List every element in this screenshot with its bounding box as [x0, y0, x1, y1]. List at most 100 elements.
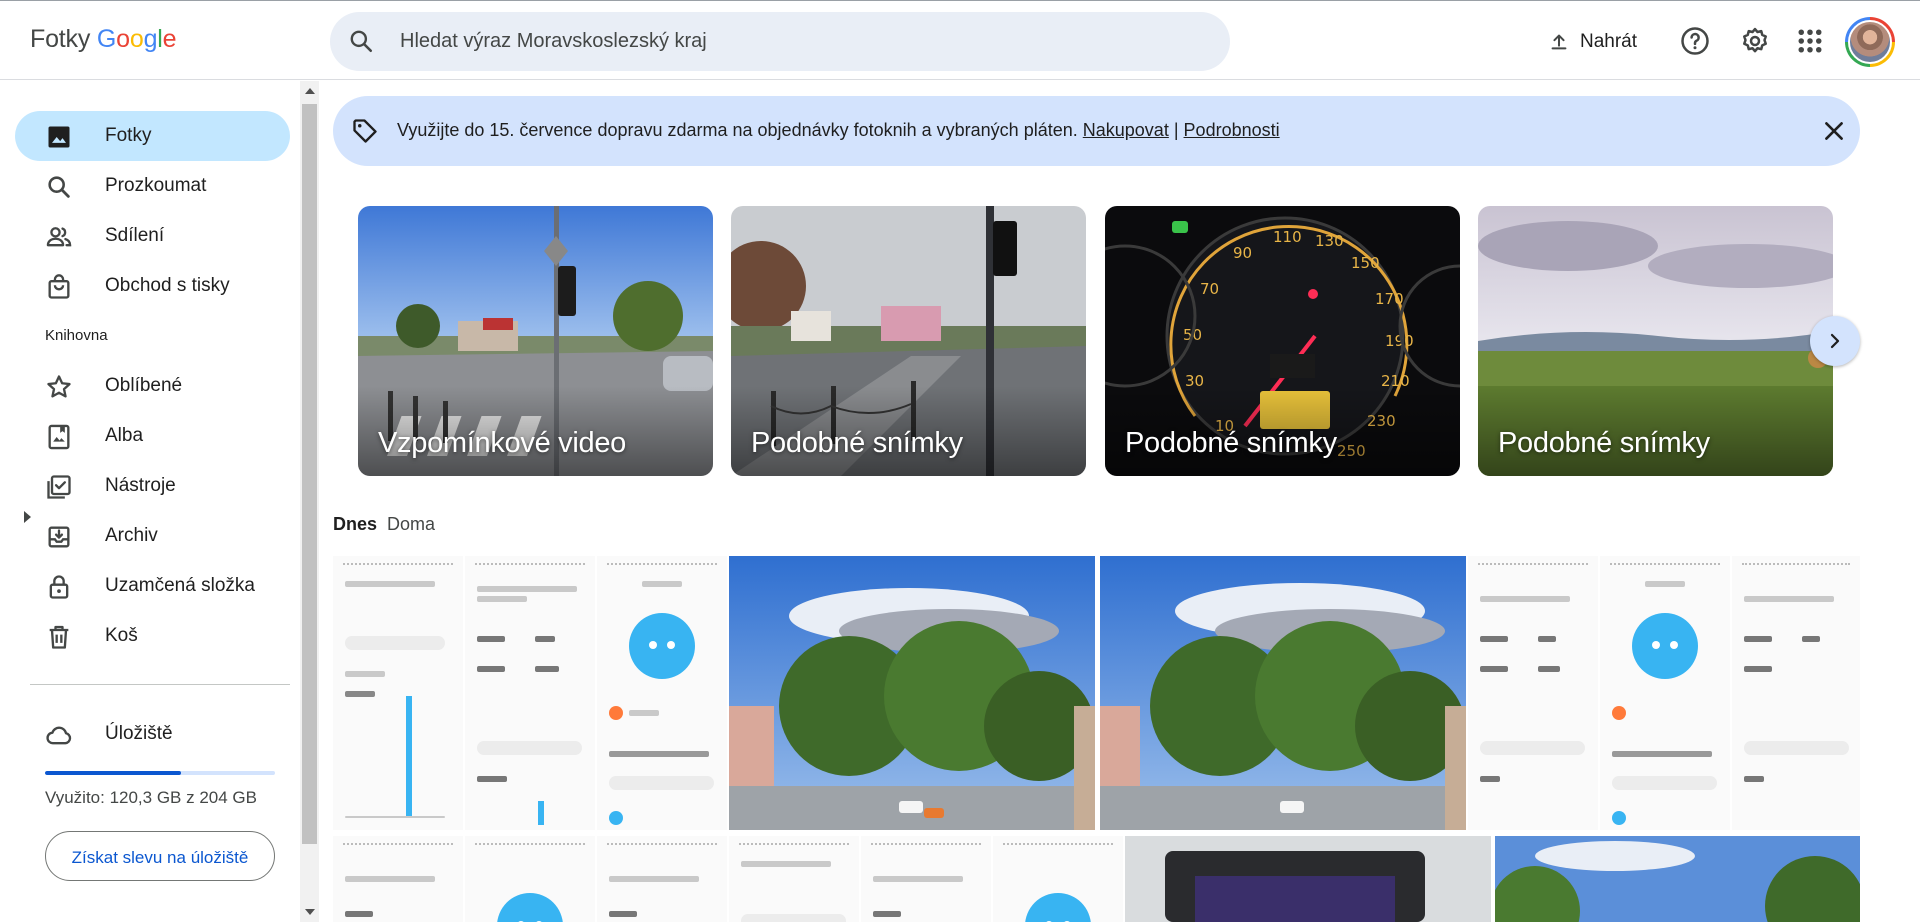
sidebar-item-fotky[interactable]: Fotky	[15, 111, 290, 161]
text-line	[477, 776, 507, 782]
device-icon	[497, 893, 563, 922]
photo-tile[interactable]	[1100, 556, 1466, 830]
photo-tile[interactable]	[597, 556, 727, 830]
photo-thumbnail	[1100, 556, 1466, 830]
shopping-bag-icon	[48, 274, 70, 299]
photo-tile[interactable]	[465, 556, 595, 830]
avatar-image	[1848, 20, 1892, 64]
sidebar-item-alba[interactable]: Alba	[15, 411, 290, 461]
photo-tile[interactable]	[729, 556, 1095, 830]
text-line	[345, 691, 375, 697]
help-icon[interactable]	[1680, 26, 1710, 56]
search-icon[interactable]	[348, 28, 374, 54]
toggle-pill	[741, 914, 846, 922]
search-bar[interactable]: Hledat výraz Moravskoslezský kraj	[330, 12, 1230, 71]
svg-text:70: 70	[1200, 280, 1219, 298]
text-line	[873, 876, 963, 882]
text-line	[477, 586, 577, 592]
text-line	[609, 751, 709, 757]
chart-bar	[406, 696, 412, 816]
sidebar-item-oblibene[interactable]: Oblíbené	[15, 361, 290, 411]
avatar[interactable]	[1845, 17, 1895, 67]
sidebar-item-uloziste[interactable]: Úložiště	[15, 709, 290, 759]
text-line	[345, 876, 435, 882]
text-line	[741, 861, 831, 867]
status-bar	[343, 843, 453, 847]
sidebar-item-label: Úložiště	[105, 723, 173, 744]
sidebar-item-label: Alba	[105, 425, 144, 446]
text-line	[1480, 636, 1508, 642]
view-more-pill	[1612, 776, 1717, 790]
banner-shop-link[interactable]: Nakupovat	[1083, 120, 1169, 140]
banner-details-link[interactable]: Podrobnosti	[1184, 120, 1280, 140]
location-label[interactable]: Doma	[387, 514, 435, 534]
storage-discount-button[interactable]: Získat slevu na úložiště	[45, 831, 275, 881]
scroll-down-arrow-icon[interactable]	[305, 909, 315, 915]
photo-tile[interactable]	[333, 836, 463, 922]
upload-button[interactable]: Nahrát	[1548, 25, 1637, 59]
photo-tile[interactable]	[1495, 836, 1860, 922]
sidebar-item-archiv[interactable]: Archiv	[15, 511, 290, 561]
sidebar-item-prozkoumat[interactable]: Prozkoumat	[15, 161, 290, 211]
status-bar	[1610, 563, 1720, 567]
text-line	[1480, 776, 1500, 782]
memory-card[interactable]: Podobné snímky	[731, 206, 1086, 476]
storage-usage-fill	[45, 771, 181, 775]
text-line	[873, 911, 901, 917]
photo-tile[interactable]	[729, 836, 859, 922]
photo-icon	[48, 126, 70, 148]
power-icon	[1612, 706, 1626, 720]
scroll-up-arrow-icon[interactable]	[305, 88, 315, 94]
text-line	[642, 581, 682, 587]
power-icon	[609, 706, 623, 720]
text-line	[1480, 666, 1508, 672]
photo-tile[interactable]	[861, 836, 991, 922]
sidebar-item-kos[interactable]: Koš	[15, 611, 290, 661]
sidebar-item-label: Nástroje	[105, 475, 176, 496]
sidebar-item-nastroje[interactable]: Nástroje	[15, 461, 290, 511]
photo-tile[interactable]	[993, 836, 1123, 922]
photo-tile[interactable]	[597, 836, 727, 922]
photo-tile[interactable]	[1125, 836, 1491, 922]
toggle-pill	[477, 741, 582, 755]
storage-usage-bar	[45, 771, 275, 775]
promo-banner: Využijte do 15. července dopravu zdarma …	[333, 96, 1860, 166]
sidebar-item-label: Koš	[105, 625, 138, 646]
text-line	[477, 596, 527, 602]
date-label[interactable]: Dnes	[333, 514, 377, 534]
carousel-next-button[interactable]	[1810, 316, 1860, 366]
app-logo[interactable]: Fotky Google	[30, 25, 177, 54]
photo-tile[interactable]	[1600, 556, 1730, 830]
text-line	[1744, 666, 1772, 672]
trash-icon	[49, 625, 69, 649]
date-heading: Dnes Doma	[333, 514, 435, 535]
sidebar-item-obchod[interactable]: Obchod s tisky	[15, 261, 290, 311]
gear-icon[interactable]	[1740, 26, 1770, 56]
sidebar-item-label: Uzamčená složka	[105, 575, 255, 596]
toggle-pill	[1480, 741, 1585, 755]
toggle-pill	[1744, 741, 1849, 755]
memory-card[interactable]: 103050 7090110 130150170 190210230250 Po…	[1105, 206, 1460, 476]
photo-tile[interactable]	[1468, 556, 1598, 830]
sidebar-item-sdileni[interactable]: Sdílení	[15, 211, 290, 261]
banner-message: Využijte do 15. července dopravu zdarma …	[397, 120, 1078, 140]
memory-card[interactable]: Vzpomínkové video	[358, 206, 713, 476]
svg-text:90: 90	[1233, 244, 1252, 262]
close-icon[interactable]	[1821, 118, 1847, 144]
apps-grid-icon[interactable]	[1795, 26, 1825, 56]
search-input[interactable]: Hledat výraz Moravskoslezský kraj	[400, 30, 707, 53]
device-icon	[629, 613, 695, 679]
photo-tile[interactable]	[1732, 556, 1860, 830]
memory-card-title: Podobné snímky	[1125, 427, 1337, 459]
sidebar-scrollbar-thumb[interactable]	[302, 104, 317, 844]
sidebar-item-uzamcena-slozka[interactable]: Uzamčená složka	[15, 561, 290, 611]
text-line	[345, 581, 435, 587]
memory-card[interactable]: Podobné snímky	[1478, 206, 1833, 476]
upload-label: Nahrát	[1580, 31, 1638, 52]
photo-tile[interactable]	[465, 836, 595, 922]
photo-tile[interactable]	[333, 556, 463, 830]
tools-icon	[47, 475, 71, 499]
view-more-pill	[609, 776, 714, 790]
text-line	[1538, 636, 1556, 642]
tag-icon	[353, 119, 377, 143]
